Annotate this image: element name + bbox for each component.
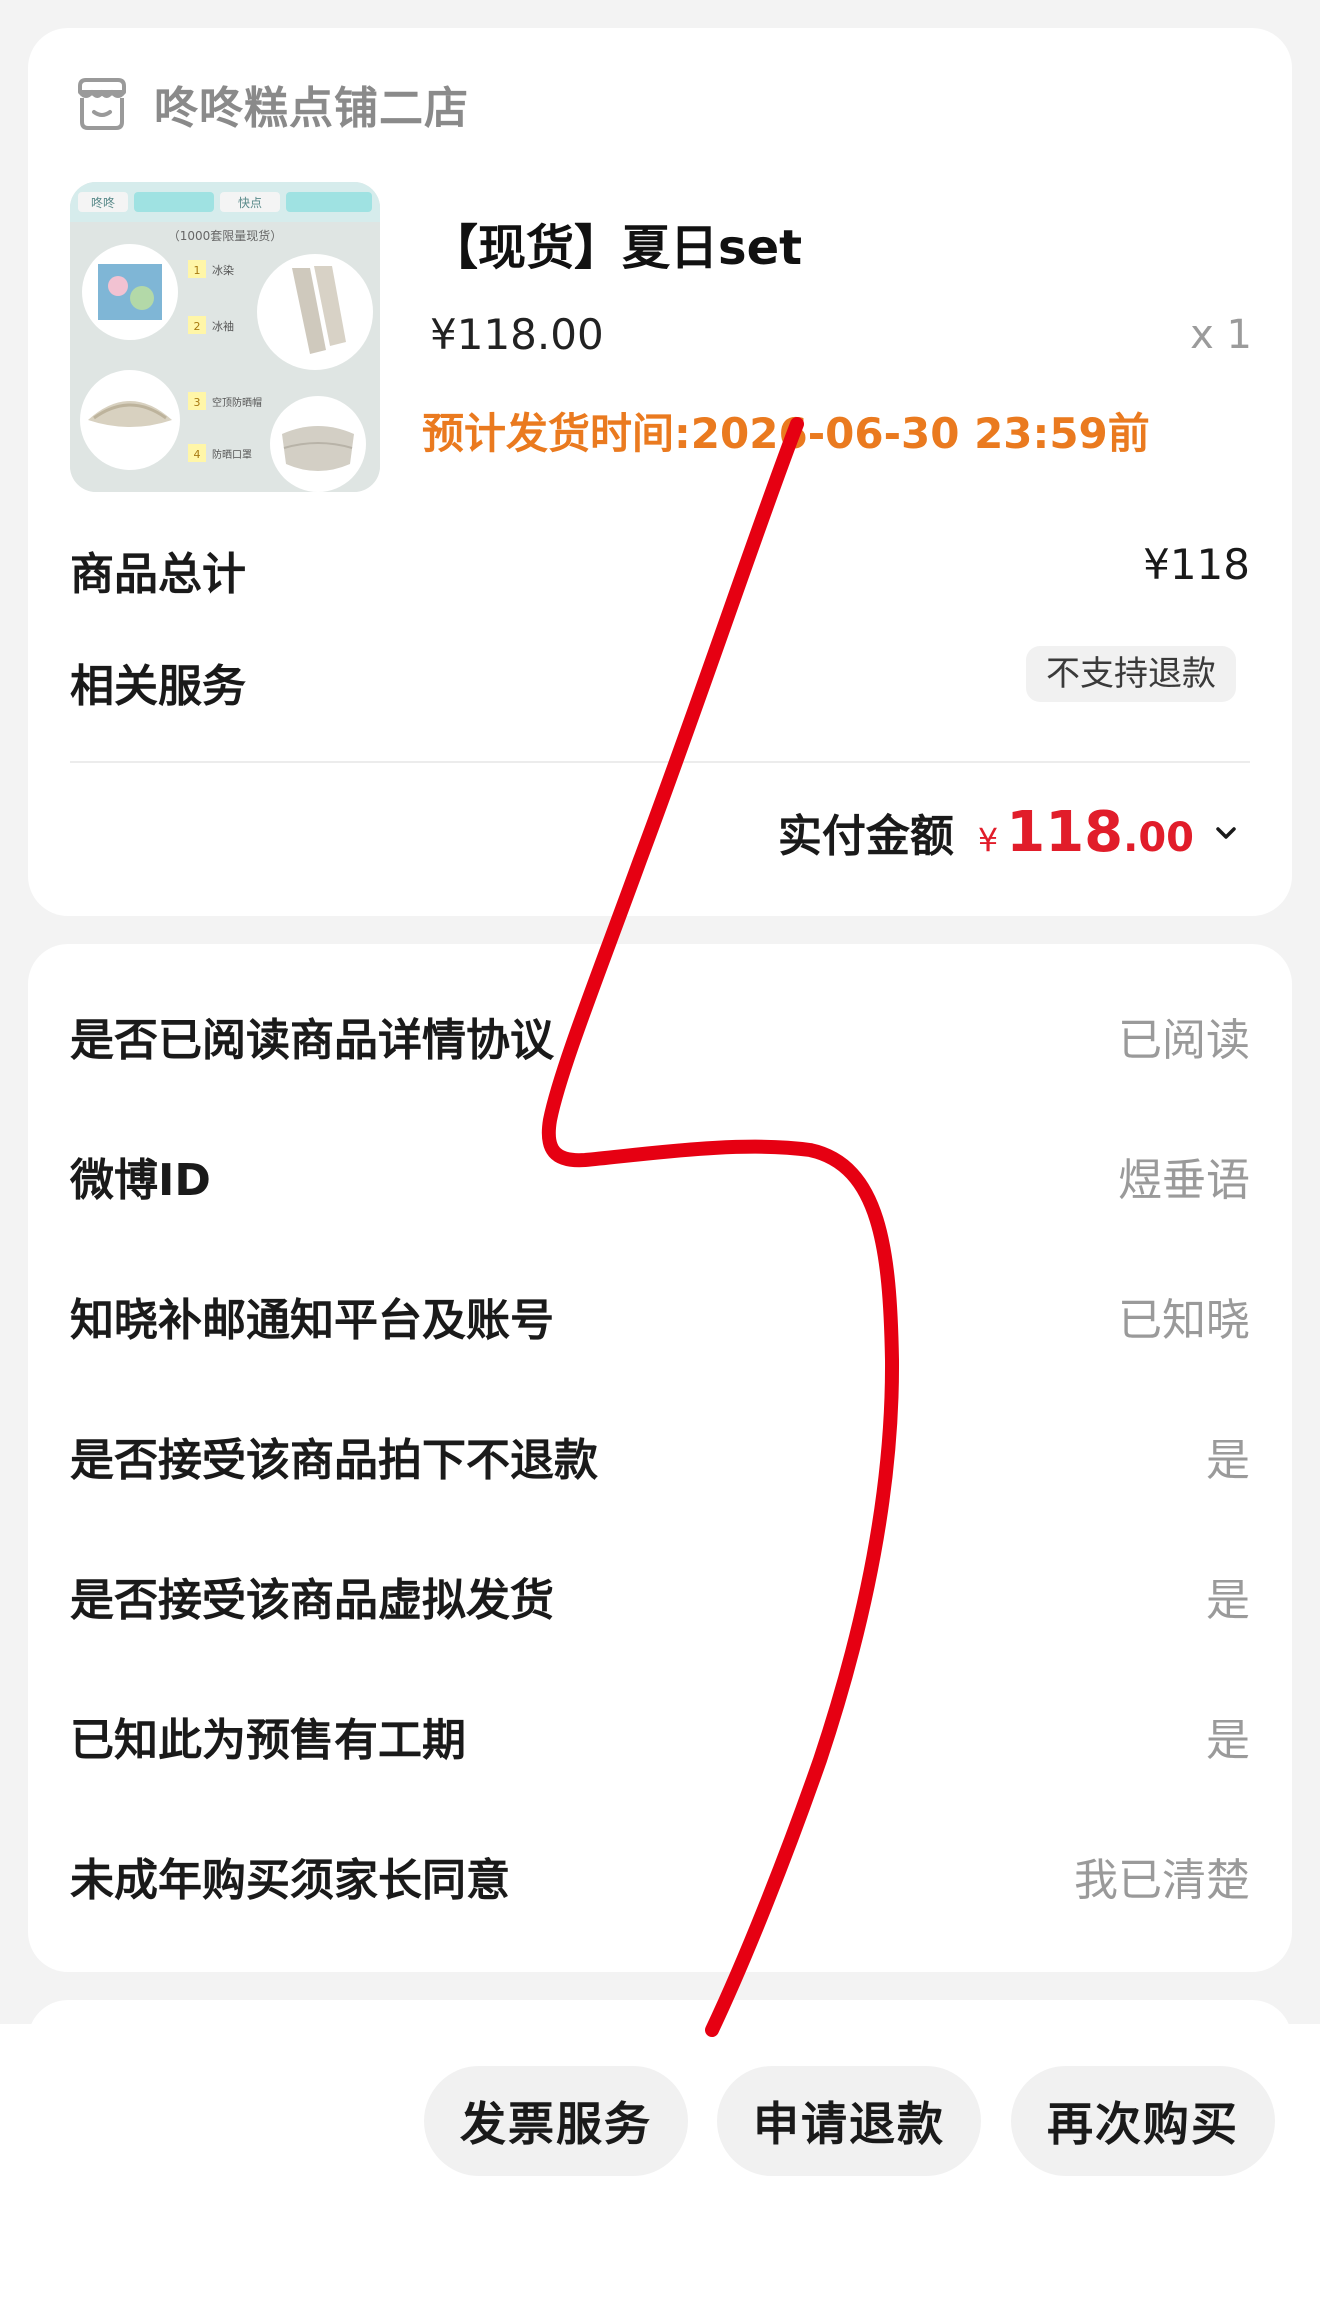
info-row: 微博ID 煜垂语 xyxy=(28,1134,1292,1214)
thumb-item-num: 2 xyxy=(194,320,201,333)
paid-label: 实付金额 xyxy=(777,811,954,862)
info-row: 是否接受该商品虚拟发货 是 xyxy=(28,1554,1292,1634)
product-price: ¥118.00 xyxy=(430,310,604,359)
info-value: 是 xyxy=(1206,1435,1250,1486)
product-image: 咚咚 快点 （1000套限量现货） 1 冰染 2 冰袖 3 空顶防晒帽 4 防晒… xyxy=(70,182,380,492)
estimated-ship-time: 预计发货时间:2026-06-30 23:59前 xyxy=(422,409,1150,458)
total-label: 商品总计 xyxy=(70,549,246,600)
info-value: 煜垂语 xyxy=(1118,1155,1250,1206)
info-row: 未成年购买须家长同意 我已清楚 xyxy=(28,1834,1292,1914)
total-value: ¥118 xyxy=(1143,540,1250,589)
shop-icon xyxy=(78,78,126,130)
shop-header[interactable]: 咚咚糕点铺二店 xyxy=(72,72,469,136)
thumb-header-label: 快点 xyxy=(238,196,262,210)
info-row: 是否已阅读商品详情协议 已阅读 xyxy=(28,994,1292,1074)
info-label: 知晓补邮通知平台及账号 xyxy=(70,1295,554,1346)
info-row: 知晓补邮通知平台及账号 已知晓 xyxy=(28,1274,1292,1354)
info-value: 我已清楚 xyxy=(1074,1855,1250,1906)
info-value: 已阅读 xyxy=(1118,1015,1250,1066)
paid-amount-row[interactable]: 实付金额 ¥ 118 .00 xyxy=(778,800,1242,865)
thumb-item-label: 空顶防晒帽 xyxy=(212,396,262,409)
chevron-down-icon[interactable] xyxy=(1210,817,1242,849)
shop-name: 咚咚糕点铺二店 xyxy=(154,83,469,134)
thumb-item-label: 冰袖 xyxy=(212,319,234,333)
thumb-item-num: 3 xyxy=(194,396,201,409)
apply-refund-button[interactable]: 申请退款 xyxy=(717,2066,981,2176)
info-value: 是 xyxy=(1206,1715,1250,1766)
thumb-item-label: 冰染 xyxy=(212,263,234,277)
info-value: 已知晓 xyxy=(1118,1295,1250,1346)
info-label: 已知此为预售有工期 xyxy=(70,1715,466,1766)
divider xyxy=(70,761,1250,763)
buy-again-button[interactable]: 再次购买 xyxy=(1011,2066,1275,2176)
thumb-item-label: 防晒口罩 xyxy=(212,448,252,461)
info-label: 未成年购买须家长同意 xyxy=(70,1855,510,1906)
info-row: 是否接受该商品拍下不退款 是 xyxy=(28,1414,1292,1494)
info-value: 是 xyxy=(1206,1575,1250,1626)
product-thumbnail[interactable]: 咚咚 快点 （1000套限量现货） 1 冰染 2 冰袖 3 空顶防晒帽 4 防晒… xyxy=(70,182,380,492)
info-label: 是否接受该商品虚拟发货 xyxy=(70,1575,554,1626)
info-label: 微博ID xyxy=(70,1155,211,1206)
order-info-card: 是否已阅读商品详情协议 已阅读 微博ID 煜垂语 知晓补邮通知平台及账号 已知晓… xyxy=(28,944,1292,1972)
thumb-item-num: 1 xyxy=(194,264,201,277)
info-label: 是否已阅读商品详情协议 xyxy=(70,1015,554,1066)
invoice-service-button[interactable]: 发票服务 xyxy=(424,2066,688,2176)
bottom-action-bar: 发票服务 申请退款 再次购买 xyxy=(0,2024,1320,2298)
paid-amount-decimal: .00 xyxy=(1123,815,1194,861)
thumb-item-num: 4 xyxy=(194,448,201,461)
product-quantity: x 1 xyxy=(1190,312,1252,358)
product-title[interactable]: 【现货】夏日set xyxy=(430,208,802,278)
thumb-header-label: 咚咚 xyxy=(91,195,115,210)
service-label: 相关服务 xyxy=(70,661,246,712)
info-label: 是否接受该商品拍下不退款 xyxy=(70,1435,598,1486)
paid-amount-integer: 118 xyxy=(1006,800,1124,865)
info-row: 已知此为预售有工期 是 xyxy=(28,1694,1292,1774)
thumb-caption: （1000套限量现货） xyxy=(168,228,283,243)
order-card: 咚咚糕点铺二店 咚咚 快点 （1000套限量现货） 1 冰染 2 冰袖 3 空顶… xyxy=(28,28,1292,916)
paid-currency: ¥ xyxy=(977,821,999,859)
no-refund-tag[interactable]: 不支持退款 xyxy=(1026,646,1236,702)
